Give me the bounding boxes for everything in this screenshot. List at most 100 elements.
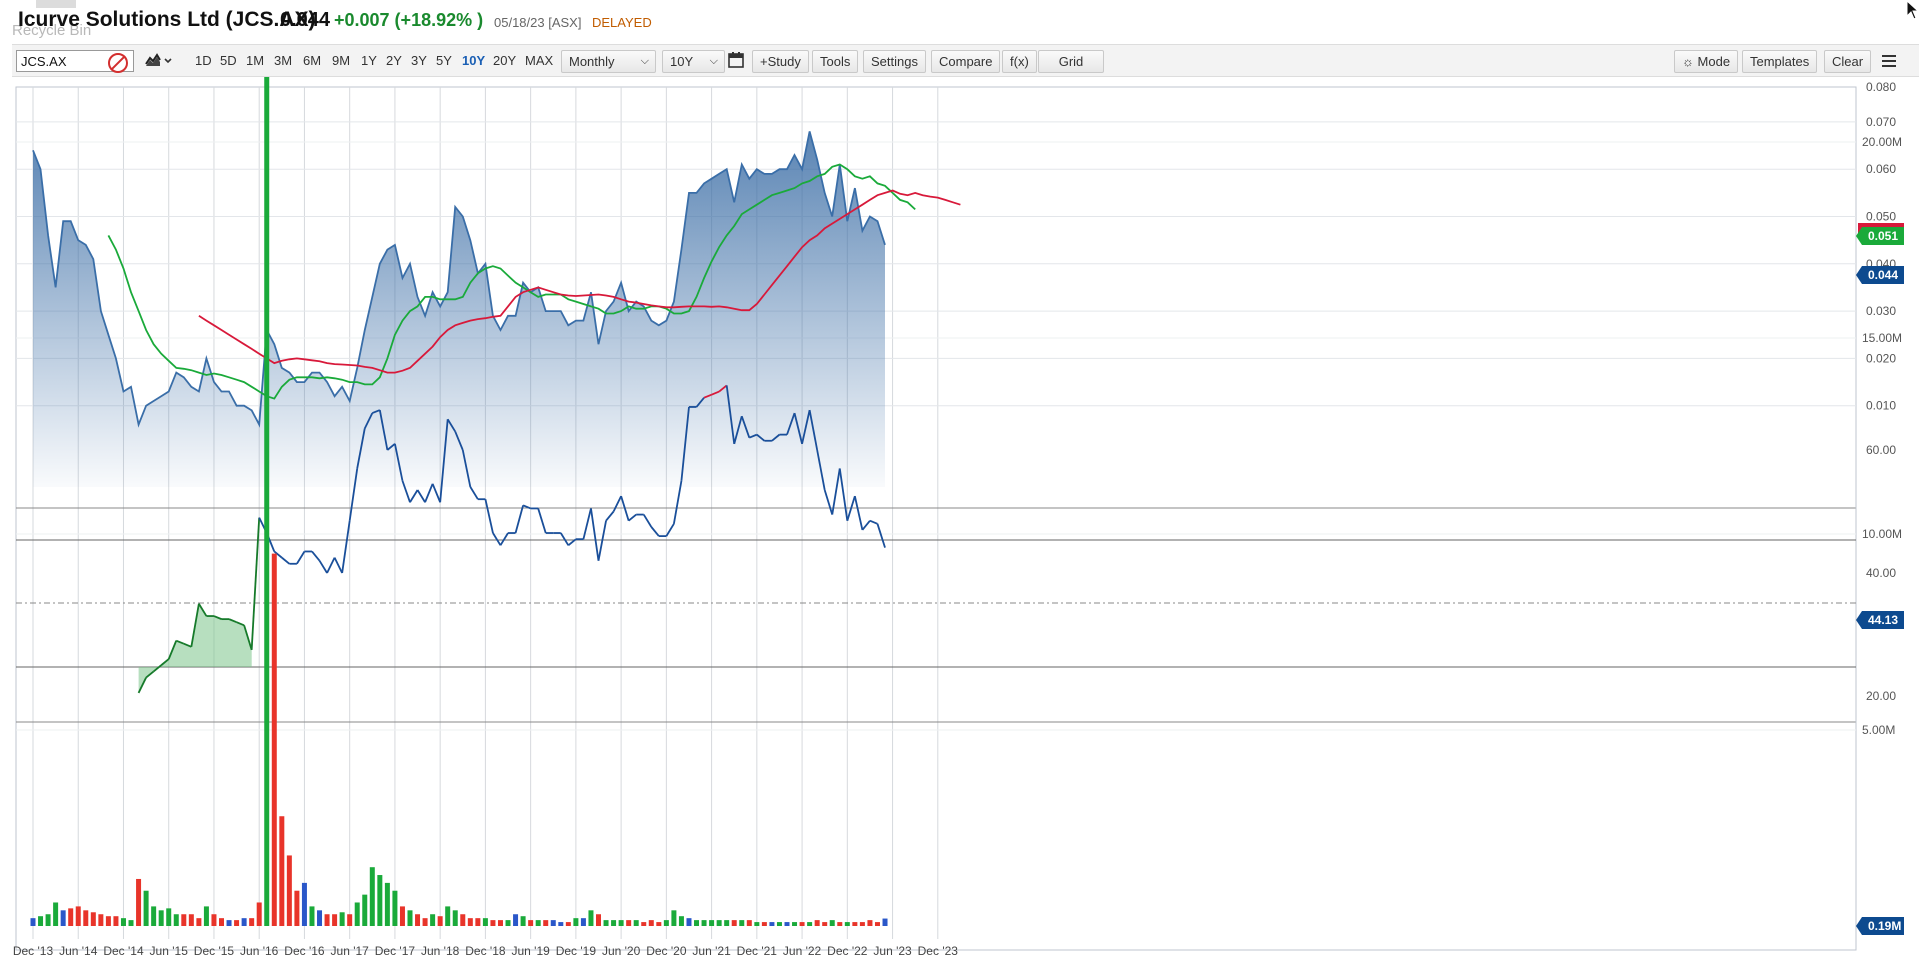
volume-bar: [709, 920, 715, 926]
calendar-button[interactable]: [727, 50, 745, 73]
volume-bar: [814, 920, 820, 926]
hamburger-icon: [1882, 55, 1896, 67]
sun-icon: ☼: [1682, 54, 1694, 69]
x-tick-label: Jun '15: [150, 944, 189, 958]
volume-bar: [113, 916, 119, 926]
range-3y[interactable]: 3Y: [408, 50, 430, 73]
volume-bar: [437, 916, 443, 926]
range-max[interactable]: MAX: [522, 50, 556, 73]
volume-bar: [279, 816, 285, 926]
volume-bar: [603, 920, 609, 926]
volume-bar: [90, 912, 96, 926]
volume-bar: [852, 922, 858, 926]
chart-toolbar: 1D 5D 1M 3M 6M 9M 1Y 2Y 3Y 5Y 10Y 20Y MA…: [12, 44, 1919, 77]
volume-bar: [309, 906, 315, 926]
volume-bar: [120, 918, 126, 926]
quote-date: 05/18/23 [ASX]: [494, 15, 582, 30]
price-y-tick-label: 0.050: [1866, 210, 1896, 224]
volume-bar: [226, 920, 232, 926]
volume-bar: [196, 918, 202, 926]
volume-bar: [430, 914, 436, 926]
volume-bar: [686, 918, 692, 926]
interval-select[interactable]: Monthly ⌵: [561, 50, 656, 73]
volume-bar: [490, 920, 496, 926]
volume-bar: [701, 920, 707, 926]
grid-button[interactable]: Grid: [1038, 50, 1104, 73]
tools-button[interactable]: Tools: [812, 50, 859, 73]
volume-bar: [452, 910, 458, 926]
volume-bar: [543, 920, 549, 926]
last-price-badge-text: 0.044: [1868, 268, 1898, 282]
add-study-button[interactable]: +Study: [752, 50, 809, 73]
title-bar: Recycle Bin Icurve Solutions Ltd (JCS.AX…: [0, 0, 1919, 44]
volume-bar: [694, 920, 700, 926]
volume-bar: [573, 918, 579, 926]
range-5y[interactable]: 5Y: [433, 50, 455, 73]
x-tick-label: Dec '16: [284, 944, 325, 958]
range-1y[interactable]: 1Y: [358, 50, 380, 73]
compare-button[interactable]: Compare: [931, 50, 1001, 73]
volume-bar: [792, 922, 798, 926]
period-value: 10Y: [670, 54, 694, 69]
volume-bar: [874, 922, 880, 926]
volume-bar: [256, 902, 262, 926]
price-y-tick-label: 0.060: [1866, 162, 1896, 176]
volume-bar: [422, 918, 428, 926]
volume-bar: [882, 918, 888, 926]
mode-label: Mode: [1697, 54, 1731, 69]
volume-bar: [324, 914, 330, 926]
volume-bar: [181, 914, 187, 926]
range-6m[interactable]: 6M: [300, 50, 324, 73]
volume-bar: [460, 914, 466, 926]
chevron-down-icon: ⌵: [640, 55, 649, 67]
volume-bar: [53, 902, 59, 926]
volume-bar: [467, 918, 473, 926]
volume-bar: [211, 914, 217, 926]
range-5d[interactable]: 5D: [217, 50, 240, 73]
chart-type-icon: [145, 53, 172, 66]
rsi-last-badge: 44.13: [1856, 611, 1904, 629]
volume-bar: [249, 918, 255, 926]
volume-bar: [392, 890, 398, 926]
volume-bar: [724, 920, 730, 926]
volume-bar: [520, 916, 526, 926]
clear-symbol-icon[interactable]: [108, 53, 128, 73]
menu-button[interactable]: [1880, 50, 1898, 73]
x-tick-label: Jun '16: [240, 944, 279, 958]
range-10y[interactable]: 10Y: [459, 50, 488, 73]
range-9m[interactable]: 9M: [329, 50, 353, 73]
clear-button[interactable]: Clear: [1824, 50, 1872, 73]
volume-bar: [663, 920, 669, 926]
range-1d[interactable]: 1D: [192, 50, 215, 73]
rsi-y-tick-label: 60.00: [1866, 443, 1896, 457]
volume-bar: [377, 875, 383, 926]
x-tick-label: Dec '18: [465, 944, 506, 958]
volume-bar: [369, 867, 375, 926]
range-1m[interactable]: 1M: [243, 50, 267, 73]
price-y-tick-label: 0.020: [1866, 351, 1896, 365]
volume-bar: [799, 922, 805, 926]
volume-bar: [60, 910, 66, 926]
x-tick-label: Jun '21: [692, 944, 731, 958]
period-select[interactable]: 10Y ⌵: [662, 50, 725, 73]
chart-canvas[interactable]: Dec '13 Jun '14 Dec '14 Jun '15 Dec '15 Jun '…: [0, 77, 1919, 962]
settings-button[interactable]: Settings: [863, 50, 926, 73]
volume-bar: [158, 910, 164, 926]
volume-bar: [234, 920, 240, 926]
chart-type-button[interactable]: [144, 50, 180, 73]
mode-button[interactable]: ☼ Mode: [1674, 50, 1739, 73]
volume-last-badge: 0.19M: [1856, 917, 1904, 935]
volume-bar: [482, 918, 488, 926]
templates-button[interactable]: Templates: [1742, 50, 1818, 73]
volume-bar: [535, 920, 541, 926]
volume-bar: [844, 922, 850, 926]
range-3m[interactable]: 3M: [271, 50, 295, 73]
range-20y[interactable]: 20Y: [490, 50, 519, 73]
range-2y[interactable]: 2Y: [383, 50, 405, 73]
function-button[interactable]: f(x): [1002, 50, 1037, 73]
volume-bar: [671, 910, 677, 926]
volume-bar: [505, 920, 511, 926]
volume-bar: [761, 922, 767, 926]
volume-bar: [75, 906, 81, 926]
volume-bar: [68, 908, 74, 926]
